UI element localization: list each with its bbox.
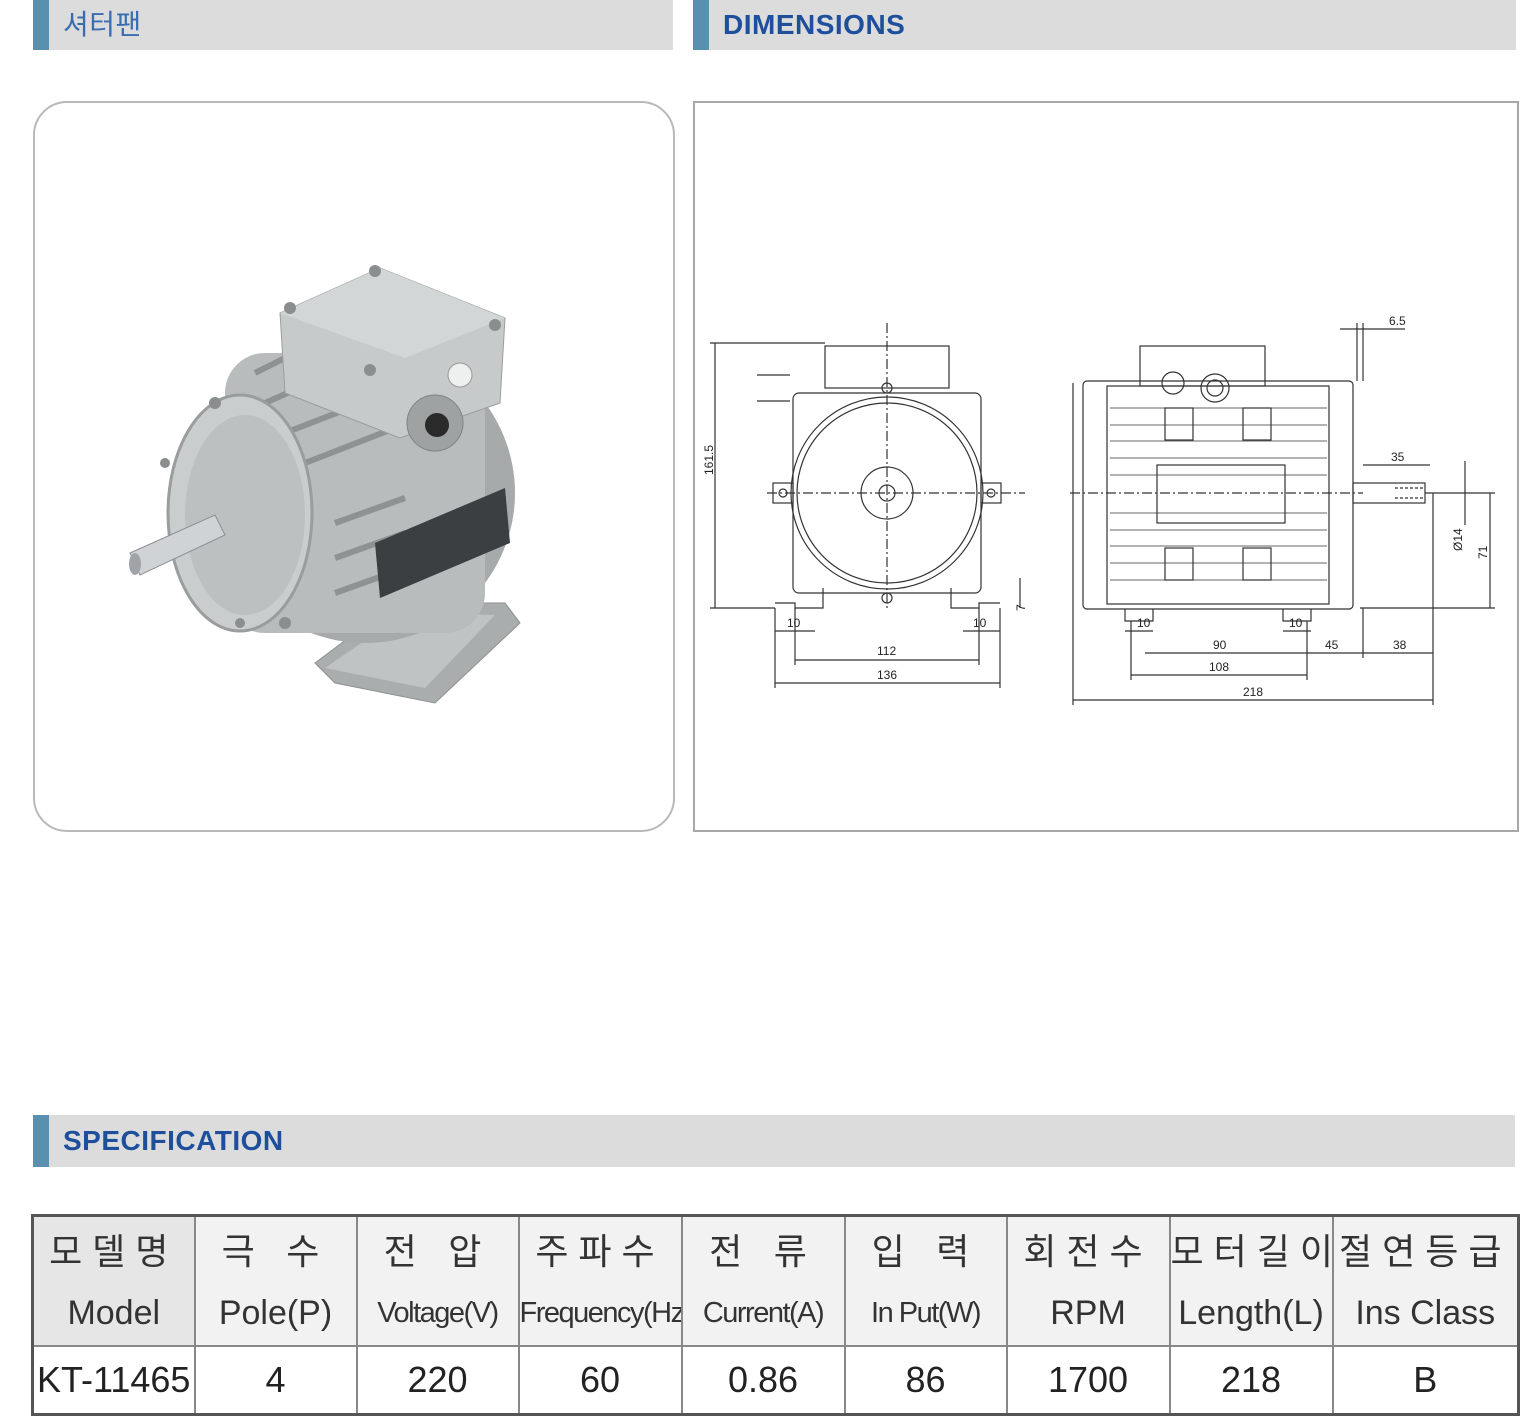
cell-voltage: 220 [355, 1345, 520, 1416]
col-header-voltage-ko: 전 압 [355, 1214, 520, 1281]
dim-side-foot-left: 10 [1137, 616, 1151, 630]
dim-front-base-width: 136 [877, 668, 897, 682]
dim-side-top-offset: 6.5 [1389, 314, 1406, 328]
dim-front-foot-right: 10 [973, 616, 987, 630]
dim-front-hole-span: 112 [877, 644, 896, 658]
dim-side-shaft-offset: 45 [1325, 638, 1339, 652]
cell-rpm: 1700 [1005, 1345, 1171, 1416]
dim-side-shaft-extension: 38 [1393, 638, 1407, 652]
col-header-current-ko: 전 류 [680, 1214, 846, 1281]
dimension-drawing: 161.5 7 10 10 112 136 6.5 35 Ø14 71 10 1… [702, 314, 1495, 705]
col-header-ins-class-en: Ins Class [1331, 1281, 1520, 1347]
section-accent [33, 1115, 49, 1167]
section-header-dimensions: DIMENSIONS [693, 0, 1516, 50]
section-accent [693, 0, 709, 50]
col-header-input-en: In Put(W) [843, 1281, 1008, 1347]
col-header-rpm-ko: 회전수 [1005, 1214, 1171, 1281]
cell-current: 0.86 [680, 1345, 846, 1416]
col-header-frequency-en: Frequency(Hz) [517, 1281, 683, 1347]
dim-side-shaft-height: 71 [1476, 545, 1490, 559]
col-header-pole-en: Pole(P) [193, 1281, 358, 1347]
dimensions-title: DIMENSIONS [723, 9, 906, 40]
cell-input: 86 [843, 1345, 1008, 1416]
cell-length: 218 [1168, 1345, 1334, 1416]
col-header-voltage-en: Voltage(V) [355, 1281, 520, 1347]
dim-front-height: 161.5 [702, 445, 716, 475]
cell-pole: 4 [193, 1345, 358, 1416]
col-header-model-ko: 모델명 [31, 1214, 196, 1281]
specification-table: 모델명 극 수 전 압 주파수 전 류 입 력 회전수 모터길이 절연등급 Mo… [31, 1214, 1520, 1416]
table-row: KT-11465 4 220 60 0.86 86 1700 218 B [31, 1345, 1520, 1416]
dim-front-base-height: 7 [1014, 604, 1028, 611]
col-header-input-ko: 입 력 [843, 1214, 1008, 1281]
product-photo-panel [33, 101, 675, 832]
dim-side-hole-span: 90 [1213, 638, 1227, 652]
dim-side-foot-right: 10 [1289, 616, 1303, 630]
dim-side-shaft-length: 35 [1391, 450, 1405, 464]
dim-front-foot-left: 10 [787, 616, 801, 630]
dim-side-foot-span: 108 [1209, 660, 1229, 674]
col-header-rpm-en: RPM [1005, 1281, 1171, 1347]
cell-ins-class: B [1331, 1345, 1520, 1416]
specification-title: SPECIFICATION [63, 1125, 284, 1156]
dimension-drawing-panel: 161.5 7 10 10 112 136 6.5 35 Ø14 71 10 1… [693, 101, 1519, 832]
cell-frequency: 60 [517, 1345, 683, 1416]
col-header-pole-ko: 극 수 [193, 1214, 358, 1281]
header-row-korean: 모델명 극 수 전 압 주파수 전 류 입 력 회전수 모터길이 절연등급 [31, 1214, 1520, 1281]
product-title: 셔터팬 [63, 8, 142, 41]
section-header-product: 셔터팬 [33, 0, 673, 50]
col-header-length-en: Length(L) [1168, 1281, 1334, 1347]
motor-photo [129, 265, 521, 704]
col-header-ins-class-ko: 절연등급 [1331, 1214, 1520, 1281]
col-header-length-ko: 모터길이 [1168, 1214, 1334, 1281]
col-header-frequency-ko: 주파수 [517, 1214, 683, 1281]
cell-model: KT-11465 [31, 1345, 196, 1416]
header-row-english: Model Pole(P) Voltage(V) Frequency(Hz) C… [31, 1281, 1520, 1347]
col-header-current-en: Current(A) [680, 1281, 846, 1347]
section-header-specification: SPECIFICATION [33, 1115, 1515, 1167]
col-header-model-en: Model [31, 1281, 196, 1347]
section-accent [33, 0, 49, 50]
dim-side-shaft-diameter: Ø14 [1451, 528, 1465, 551]
dim-side-total-length: 218 [1243, 685, 1263, 699]
